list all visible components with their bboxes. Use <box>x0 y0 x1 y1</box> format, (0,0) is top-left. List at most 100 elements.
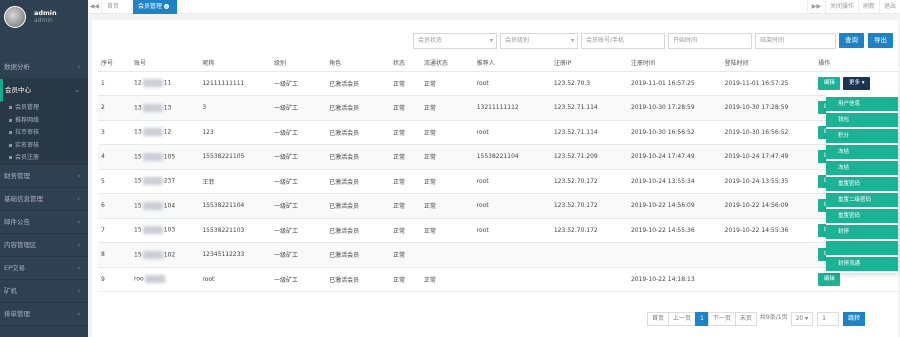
page-size-select[interactable]: 20 ▾ <box>790 312 814 326</box>
cell-actions: 编辑 更多 ▾ <box>815 71 898 96</box>
jump-input[interactable]: 1 <box>817 312 840 326</box>
cell-reg <box>627 242 722 268</box>
redacted-block <box>142 152 163 161</box>
chevron-left-icon: ‹ <box>77 286 80 295</box>
submenu-item-kyc-review[interactable]: 实名审核 <box>0 140 88 153</box>
dropdown-item[interactable]: 重置密码 <box>826 177 898 191</box>
dropdown-item[interactable]: 封停 <box>826 225 898 239</box>
sidebar-item-ep-trade[interactable]: EP交易 ‹ <box>0 257 88 280</box>
tabs-forward-button[interactable]: ▶▶ <box>806 0 825 14</box>
sidebar-item-content[interactable]: 内容管理区 ‹ <box>0 234 88 257</box>
more-button[interactable]: 更多 ▾ <box>843 76 871 90</box>
cell-reg: 2019-10-30 17:28:59 <box>627 95 722 121</box>
cell-role: 已激活会员 <box>326 144 390 170</box>
avatar[interactable] <box>4 6 26 28</box>
cell-role: 已激活会员 <box>326 193 390 219</box>
start-time-input[interactable]: 开始时间 <box>668 33 752 49</box>
sidebar-item-label: 邮件公告 <box>4 217 30 226</box>
sidebar-item-finance[interactable]: 财务管理 ‹ <box>0 165 88 188</box>
tab-member-management[interactable]: 会员管理 × <box>133 0 177 14</box>
dropdown-item[interactable]: 重置二级密码 <box>826 193 898 207</box>
export-button[interactable]: 导出 <box>868 33 893 48</box>
logout-button[interactable]: 退出 <box>878 0 900 14</box>
close-icon[interactable]: × <box>164 4 170 9</box>
dropdown-item[interactable]: 冻结 <box>826 161 898 175</box>
sidebar-item-queue[interactable]: 排单管理 ‹ <box>0 303 88 326</box>
dropdown-item[interactable]: 冻结 <box>826 145 898 159</box>
tab-bar: ◀◀ 首页 会员管理 × ▶▶ 关闭操作 刷新 退出 <box>88 0 900 14</box>
cell-no: 6 <box>98 193 132 219</box>
profile: admin admin <box>0 0 88 56</box>
account-prefix: 13 <box>134 128 142 136</box>
level-select[interactable]: 会员级别 ▾ <box>500 33 578 49</box>
table-header: 序号 账号 昵称 级别 角色 状态 流通状态 推荐人 注册IP 注册时间 登陆时间 操作 <box>98 55 898 72</box>
status-select[interactable]: 会员状态 ▾ <box>413 33 497 49</box>
refresh-button[interactable]: 刷新 <box>857 0 879 14</box>
sidebar-item-miner[interactable]: 矿机 ‹ <box>0 280 88 303</box>
table-row[interactable]: 4 15 105 15538221105 一级矿工 已激活会员 正常 正常 1553822110… <box>98 144 898 170</box>
submenu-item-member-register[interactable]: 会员注册 <box>0 152 88 165</box>
submenu-item-coin-review[interactable]: 拉币审核 <box>0 127 88 140</box>
table-row[interactable]: 1 12 11 12111111111 一级矿工 已激活会员 正常 正常 root 123.52.… <box>98 71 898 96</box>
submenu-item-referral-network[interactable]: 推荐网络 <box>0 115 88 128</box>
dropdown-item[interactable]: 钱包 <box>826 113 898 127</box>
cell-ref: root <box>473 71 551 96</box>
account-suffix: 12 <box>163 128 172 136</box>
dropdown-item[interactable]: 重置密码 <box>826 209 898 223</box>
cell-login <box>721 267 816 292</box>
cell-flow: 正常 <box>420 218 474 243</box>
redacted-block <box>144 275 165 284</box>
redacted-block <box>142 103 163 112</box>
redacted-block <box>142 79 163 88</box>
sidebar-item-member-center[interactable]: 会员中心 ⌄ <box>0 79 88 102</box>
table-row[interactable]: 6 15 104 15538221104 一级矿工 已激活会员 正常 正常 root 123.52… <box>98 193 898 219</box>
submenu: 会员管理 推荐网络 拉币审核 实名审核 会员注册 <box>0 102 88 165</box>
column-header: 推荐人 <box>473 55 551 72</box>
edit-button[interactable]: 编辑 <box>818 272 841 286</box>
user-name[interactable]: admin <box>34 9 57 17</box>
jump-button[interactable]: 跳转 <box>843 312 866 326</box>
search-button[interactable]: 查询 <box>839 33 864 48</box>
table-row[interactable]: 2 13 13 3 一级矿工 已激活会员 正常 正常 13211111112 123.52.71.… <box>98 95 898 121</box>
tab-home[interactable]: 首页 <box>102 0 132 14</box>
sidebar-item-label: 排单管理 <box>4 309 30 318</box>
table-row[interactable]: 81510212345112233一级矿工已激活会员正常编辑 <box>98 242 898 268</box>
submenu-item-member-management[interactable]: 会员管理 <box>0 102 88 115</box>
sidebar-item-data-analysis[interactable]: 数据分析 ‹ <box>0 56 88 79</box>
cell-no: 2 <box>98 95 132 121</box>
dropdown-item[interactable]: 封停流通 <box>826 257 898 271</box>
column-header: 注册IP <box>550 55 628 72</box>
cell-no: 9 <box>98 267 132 292</box>
dropdown-item[interactable]: 用户信息 <box>826 97 898 111</box>
account-input[interactable]: 会员账号/手机 <box>581 33 665 49</box>
sidebar-item-mail[interactable]: 邮件公告 ‹ <box>0 211 88 234</box>
user-role[interactable]: admin <box>34 17 53 24</box>
end-time-input[interactable]: 结束时间 <box>755 33 836 49</box>
last-page-button[interactable]: 末页 <box>734 312 757 326</box>
redacted-block <box>142 201 163 210</box>
close-ops-button[interactable]: 关闭操作 <box>824 0 858 14</box>
column-header: 注册时间 <box>627 55 722 72</box>
table-row[interactable]: 9 roo root 一级矿工 已激活会员 正常 正常 2019-10-22 14:18:13… <box>98 267 898 292</box>
prev-page-button[interactable]: 上一页 <box>668 312 697 326</box>
tabs-back-button[interactable]: ◀◀ <box>88 0 102 14</box>
cell-nick: root <box>199 267 271 292</box>
cell-role: 已激活会员 <box>326 218 390 243</box>
table-row[interactable]: 7 15 103 15538221103 一级矿工 已激活会员 正常 正常 root 123.52… <box>98 218 898 243</box>
dropdown-item[interactable] <box>826 241 898 255</box>
redacted-block <box>142 250 163 259</box>
cell-no: 5 <box>98 169 132 194</box>
cell-nick: 12345112233 <box>199 242 271 268</box>
edit-button[interactable]: 编辑 <box>818 76 841 90</box>
select-placeholder: 会员级别 <box>505 37 530 44</box>
next-page-button[interactable]: 下一页 <box>707 312 736 326</box>
first-page-button[interactable]: 首页 <box>647 312 670 326</box>
sidebar-item-basic-info[interactable]: 基础信息管理 ‹ <box>0 188 88 211</box>
table-row[interactable]: 5 15 237 王菲 一级矿工 已激活会员 正常 正常 root 123.52.70.172 20… <box>98 169 898 194</box>
page-1-button[interactable]: 1 <box>695 312 709 326</box>
cell-login: 2019-10-22 14:55:36 <box>721 218 816 243</box>
bullet-icon <box>9 118 12 122</box>
dropdown-item[interactable]: 积分 <box>826 129 898 143</box>
table-row[interactable]: 3 13 12 123 一级矿工 已激活会员 正常 正常 root 123.52.71.114 20… <box>98 120 898 145</box>
bullet-icon <box>9 131 12 134</box>
